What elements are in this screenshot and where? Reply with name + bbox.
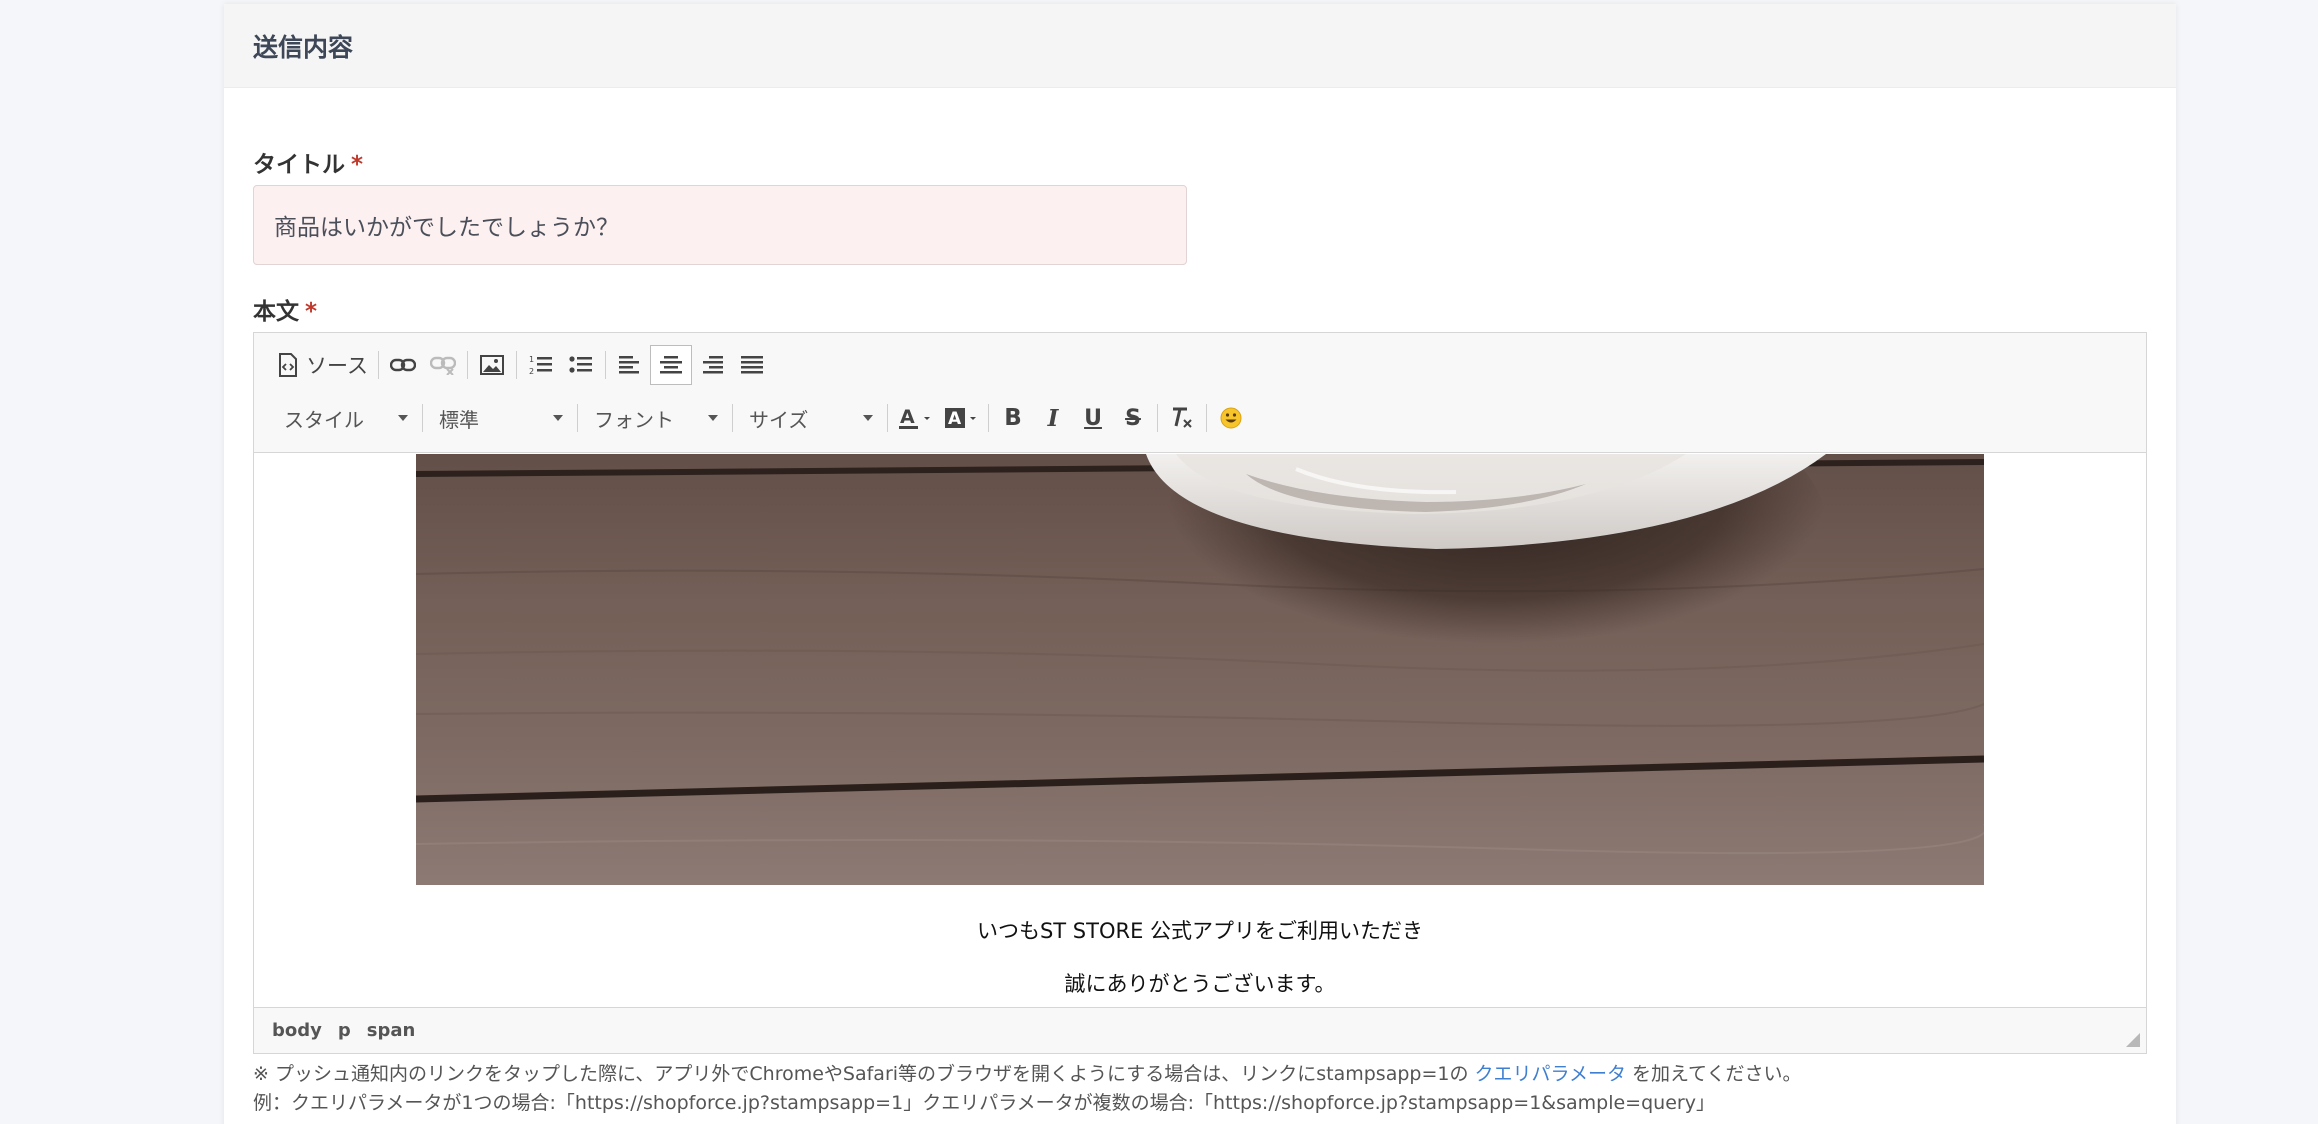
toolbar-row-1: ソース 12 [272,343,772,387]
underline-button[interactable]: U [1073,398,1113,438]
underline-icon: U [1084,405,1102,431]
align-justify-button[interactable] [732,345,772,385]
source-label: ソース [306,354,368,378]
align-right-button[interactable] [692,345,732,385]
path-item-p[interactable]: p [338,1020,351,1041]
style-combo-label: スタイル [284,407,364,432]
help-note-line-1: ※ プッシュ通知内のリンクをタップした際に、アプリ外でChromeやSafari… [253,1059,1801,1086]
toolbar-separator [604,351,606,379]
card-header: 送信内容 [224,4,2176,88]
align-justify-icon [740,356,763,374]
emoji-icon [1220,407,1242,429]
toolbar-row-2: スタイル 標準 フォント サイズ A A B I U S [272,396,1251,440]
element-path-bar: body p span [254,1007,2146,1053]
toolbar-separator [466,351,468,379]
svg-text:A: A [948,409,962,429]
query-parameter-link[interactable]: クエリパラメータ [1475,1063,1626,1085]
toolbar-separator [377,351,379,379]
body-label-text: 本文 [253,299,299,325]
toolbar-separator [988,404,989,432]
align-center-button[interactable] [649,345,692,385]
image-button[interactable] [472,345,512,385]
bold-icon: B [1004,405,1022,431]
editor-content[interactable]: いつもST STORE 公式アプリをご利用いただき 誠にありがとうございます。 [254,454,2146,1007]
align-right-icon [702,356,723,374]
unlink-button[interactable] [423,345,463,385]
chevron-down-icon [863,415,873,421]
toolbar-separator [515,351,517,379]
bold-button[interactable]: B [993,398,1033,438]
toolbar-separator [422,404,423,432]
toolbar-separator [577,404,578,432]
bulleted-list-button[interactable] [561,345,601,385]
title-label-text: タイトル [253,152,345,178]
title-input[interactable]: 商品はいかがでしたでしょうか？ [253,185,1187,265]
rich-text-editor: ソース 12 スタイル 標準 フォント サイズ A A B I U S いつもS… [253,332,2147,1054]
italic-icon: I [1047,404,1059,432]
style-combo[interactable]: スタイル [272,398,418,438]
format-combo-label: 標準 [439,407,479,432]
numbered-list-button[interactable]: 12 [521,345,561,385]
chevron-down-icon [708,415,718,421]
product-photo [416,454,1984,885]
svg-text:2: 2 [529,367,534,376]
font-combo[interactable]: フォント [582,398,728,438]
unlink-icon [429,356,456,375]
card-title: 送信内容 [253,32,354,62]
align-center-icon [659,356,682,374]
font-combo-label: フォント [594,407,674,432]
help-note-suffix: を加えてください。 [1632,1063,1802,1085]
link-button[interactable] [383,345,423,385]
align-left-icon [618,356,639,374]
source-icon [279,353,297,377]
remove-format-icon [1173,407,1192,428]
body-text-line-1: いつもST STORE 公式アプリをご利用いただき [976,919,1424,943]
body-text-line-2: 誠にありがとうございます。 [1064,972,1336,996]
title-label: タイトル * [253,145,363,179]
chevron-down-icon [398,415,408,421]
body-label: 本文 * [253,292,317,326]
send-content-card: 送信内容 タイトル * 商品はいかがでしたでしょうか？ 本文 * ソース 1 2… [224,4,2176,1124]
toolbar-separator [732,404,733,432]
format-combo[interactable]: 標準 [427,398,573,438]
numbered-list-icon: 12 [529,355,552,376]
editor-toolbar: ソース 12 スタイル 標準 フォント サイズ A A B I U S [254,333,2146,453]
path-item-span[interactable]: span [367,1020,416,1041]
background-color-button[interactable]: A [938,398,984,438]
align-left-button[interactable] [610,345,650,385]
text-color-button[interactable]: A [892,398,938,438]
source-button[interactable]: ソース [272,350,374,380]
svg-text:A: A [900,406,915,428]
background-color-icon: A [945,408,976,429]
emoji-button[interactable] [1211,398,1251,438]
bulleted-list-icon [569,356,592,373]
strikethrough-button[interactable]: S [1113,398,1153,438]
size-combo[interactable]: サイズ [737,398,883,438]
size-combo-label: サイズ [749,407,809,432]
link-icon [389,358,416,372]
image-icon [479,355,504,375]
italic-button[interactable]: I [1033,398,1073,438]
svg-text:1: 1 [529,355,534,364]
required-mark: * [351,152,364,178]
toolbar-separator [1157,404,1158,432]
path-item-body[interactable]: body [272,1020,322,1041]
chevron-down-icon [553,415,563,421]
resize-handle[interactable] [2126,1033,2140,1047]
remove-format-button[interactable] [1162,398,1202,438]
help-note-prefix: ※ プッシュ通知内のリンクをタップした際に、アプリ外でChromeやSafari… [253,1063,1469,1085]
title-input-value: 商品はいかがでしたでしょうか？ [274,215,619,241]
strikethrough-icon: S [1125,405,1141,431]
text-color-icon: A [899,406,930,429]
required-mark: * [305,299,318,325]
toolbar-separator [1206,404,1207,432]
toolbar-separator [887,404,888,432]
help-note-line-2: 例：クエリパラメータが1つの場合:「https://shopforce.jp?s… [253,1092,1715,1114]
